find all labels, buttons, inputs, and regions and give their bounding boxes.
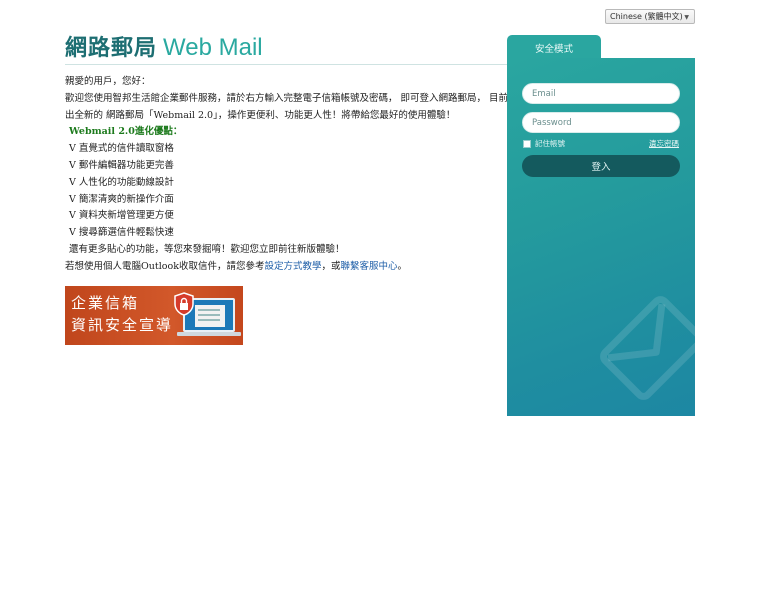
- banner-line-1: 企業信箱: [71, 294, 140, 312]
- features-title: Webmail 2.0進化優點：: [69, 126, 183, 138]
- greeting-text: 親愛的用戶，您好：: [65, 76, 151, 87]
- remember-label: 記住帳號: [535, 139, 565, 148]
- chevron-down-icon: ▼: [684, 14, 689, 21]
- brand-name-en: Web Mail: [163, 34, 263, 61]
- email-field[interactable]: [522, 83, 680, 104]
- language-select[interactable]: Chinese (繁體中文) ▼: [605, 9, 695, 24]
- banner-text: 企業信箱 資訊安全宣導: [71, 292, 173, 336]
- envelope-icon: [600, 296, 695, 400]
- security-banner[interactable]: 企業信箱 資訊安全宣導: [65, 286, 243, 345]
- remember-account[interactable]: 記住帳號: [523, 138, 565, 149]
- feature-item: V 人性化的功能動線設計: [69, 176, 174, 188]
- banner-line-2: 資訊安全宣導: [71, 316, 174, 334]
- outlook-help-text: 若想使用個人電腦Outlook收取信件，請您參考設定方式教學，或聯繫客服中心。: [65, 259, 495, 276]
- forgot-password-link[interactable]: 遺忘密碼: [649, 138, 679, 149]
- brand-name-cn: 網路郵局: [65, 36, 158, 61]
- intro-line-2: 出全新的 網路郵局「Webmail 2.0」，操作更便利、功能更人性！將帶給您最…: [65, 109, 456, 121]
- intro-line-1: 歡迎您使用智邦生活館企業郵件服務，請於右方輸入完整電子信箱帳號及密碼， 即可登入…: [65, 92, 518, 104]
- header-divider: [65, 64, 507, 65]
- login-button[interactable]: 登入: [522, 155, 680, 177]
- language-select-value: Chinese (繁體中文): [610, 12, 683, 21]
- outlook-middle: ，或: [321, 260, 341, 272]
- password-field[interactable]: [522, 112, 680, 133]
- brand-logo: 網路郵局 Web Mail: [65, 30, 263, 62]
- feature-item: V 郵件編輯器功能更完善: [69, 159, 174, 171]
- login-panel: 記住帳號 遺忘密碼 登入: [507, 58, 695, 416]
- shield-lock-icon: [174, 292, 194, 316]
- outlook-prefix: 若想使用個人電腦Outlook收取信件，請您參考: [65, 260, 265, 272]
- features-more-text: 還有更多貼心的功能，等您來發掘唷！歡迎您立即前往新版體驗！: [69, 243, 345, 255]
- laptop-base: [177, 332, 241, 336]
- tab-secure-mode[interactable]: 安全模式: [507, 35, 601, 60]
- remember-checkbox[interactable]: [523, 139, 531, 148]
- feature-item: V 資料夾新增管理更方便: [69, 210, 174, 222]
- feature-item: V 直覺式的信件讀取窗格: [69, 143, 174, 155]
- customer-service-link[interactable]: 聯繫客服中心: [341, 261, 398, 272]
- feature-item: V 搜尋篩選信件輕鬆快速: [69, 227, 174, 239]
- outlook-suffix: 。: [397, 260, 408, 272]
- setup-guide-link[interactable]: 設定方式教學: [264, 261, 321, 272]
- tab-secure-mode-label: 安全模式: [534, 43, 573, 55]
- intro-content: 親愛的用戶，您好： 歡迎您使用智邦生活館企業郵件服務，請於右方輸入完整電子信箱帳…: [65, 74, 518, 276]
- feature-item: V 簡潔清爽的新操作介面: [69, 193, 174, 205]
